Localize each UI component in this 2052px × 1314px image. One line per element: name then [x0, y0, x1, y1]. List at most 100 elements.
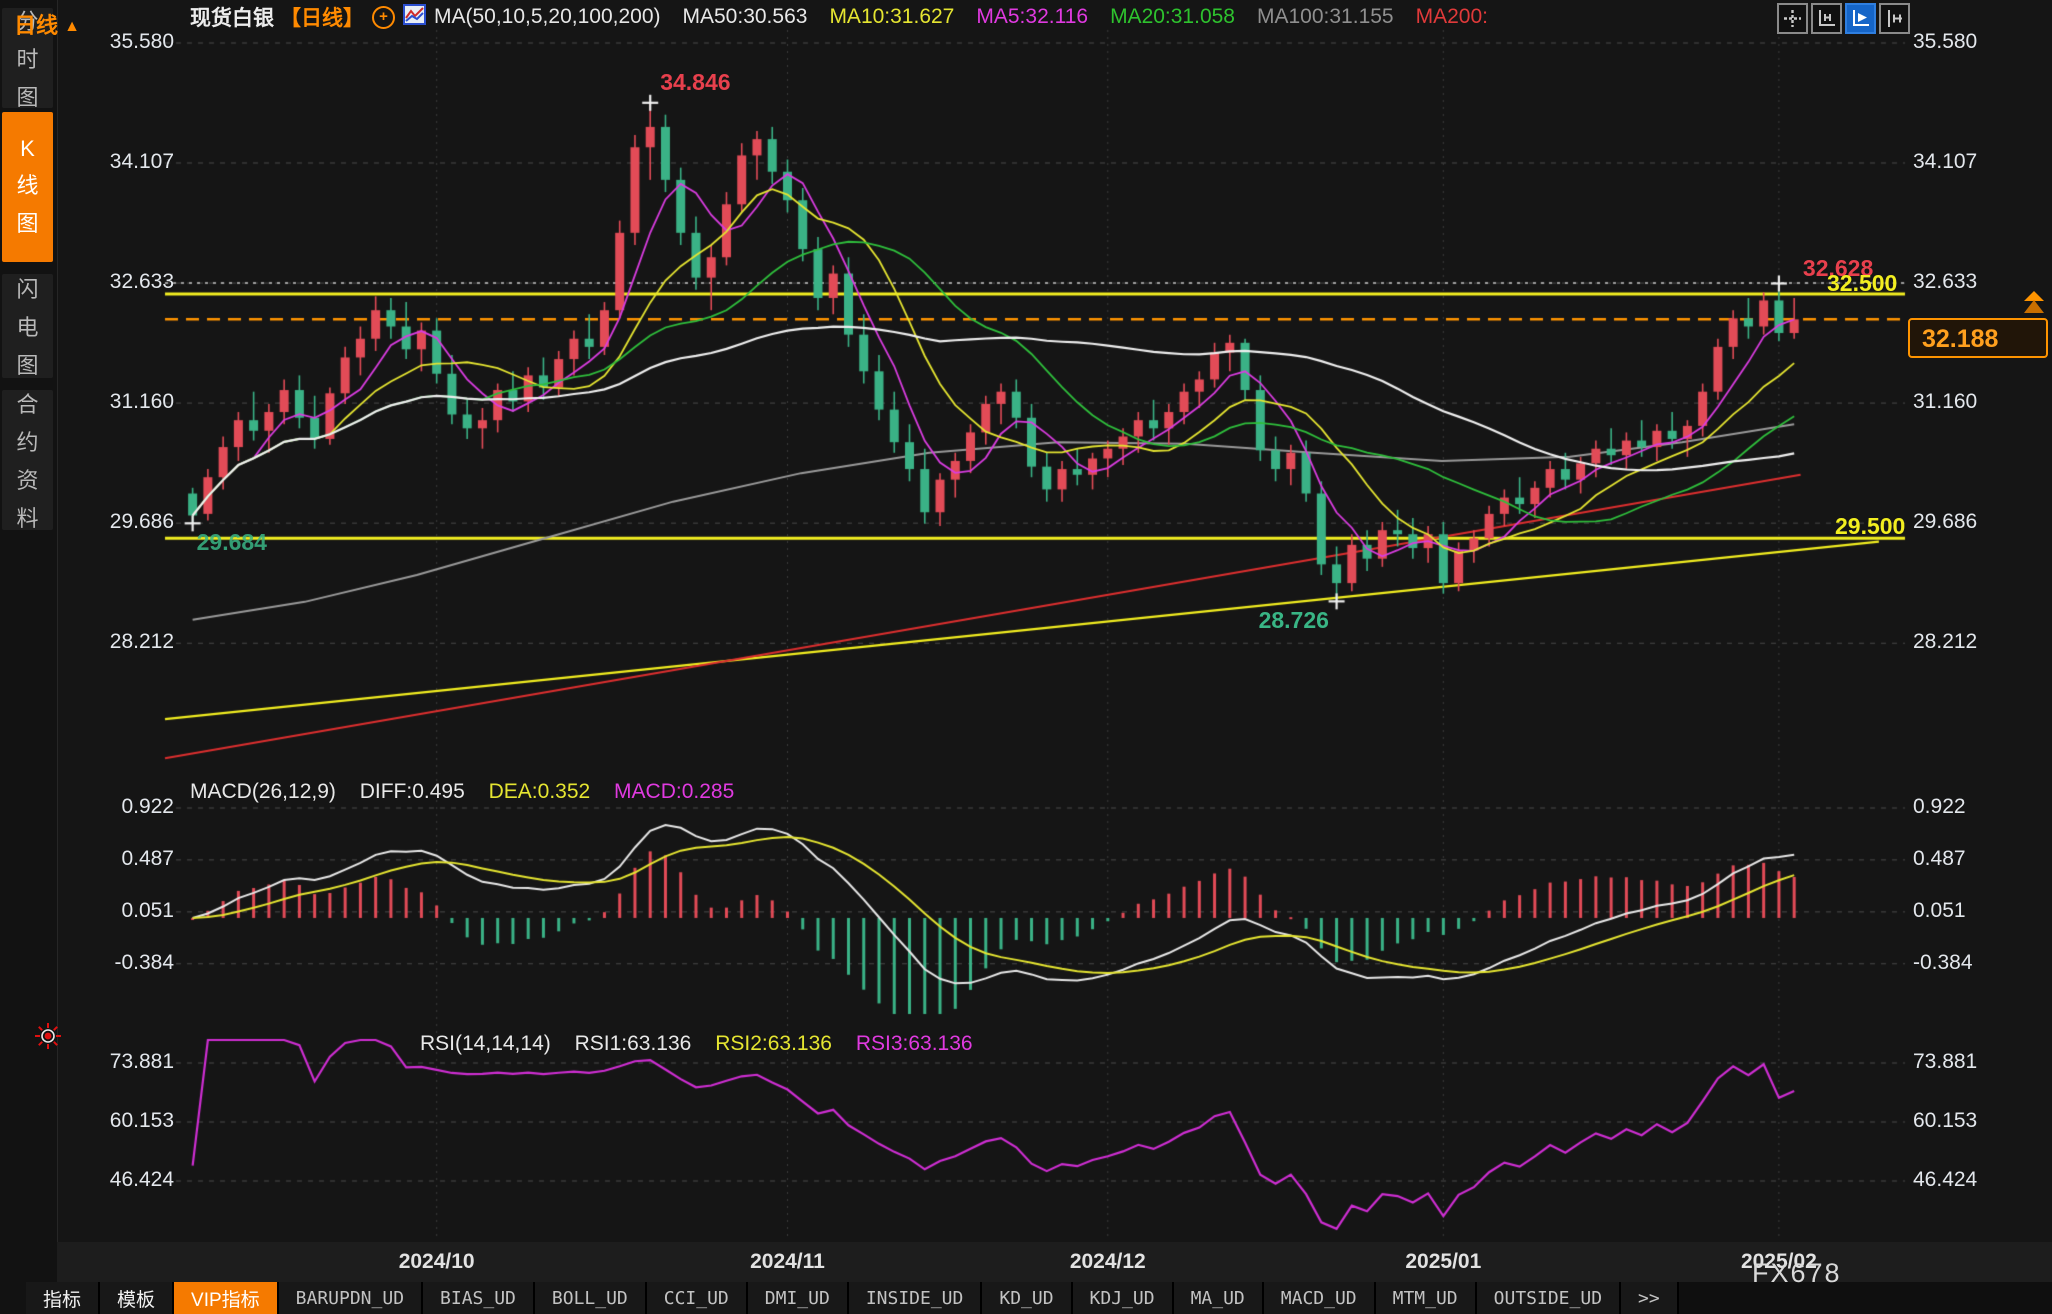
ma-values: MA50:30.563 MA10:31.627 MA5:32.116 MA20:31.…: [661, 5, 1488, 29]
rsi2-value: RSI2:63.136: [715, 1032, 832, 1055]
price-chart-canvas[interactable]: [0, 0, 2052, 1314]
compare-add-icon[interactable]: +: [372, 6, 395, 29]
sidebar-item-char: 线: [16, 168, 38, 200]
date-label: 2024/11: [717, 1250, 857, 1274]
bottom-tab[interactable]: CCI_UD: [647, 1282, 748, 1314]
axis-label: 35.580: [1913, 30, 1977, 54]
bottom-tab[interactable]: 模板: [100, 1282, 174, 1314]
chart-header: 现货白银 【日线】 + MA(50,10,5,20,100,200) MA50:…: [190, 3, 1488, 31]
app-root: 分时图K线图闪电图合约资料 现货白银 【日线】 + MA(50,10,5,20,…: [0, 0, 2052, 1314]
bottom-tab[interactable]: OUTSIDE_UD: [1477, 1282, 1621, 1314]
axis-label: 34.107: [52, 150, 174, 174]
date-label: 2024/10: [367, 1250, 507, 1274]
axis-label: -0.384: [52, 951, 174, 975]
symbol-name: 现货白银: [190, 2, 274, 32]
chart-toolbar: [1777, 3, 1910, 34]
axis-label: 0.487: [52, 847, 174, 871]
ma-value-label: MA10:31.627: [829, 5, 954, 28]
sidebar-item-char: 约: [16, 425, 38, 457]
axis-label: 60.153: [52, 1109, 174, 1133]
rsi-legend: RSI(14,14,14) RSI1:63.136 RSI2:63.136 RS…: [420, 1032, 991, 1056]
bottom-tab[interactable]: BARUPDN_UD: [279, 1282, 423, 1314]
bottom-tab[interactable]: INSIDE_UD: [849, 1282, 983, 1314]
axis-label: 35.580: [52, 30, 174, 54]
macd-title: MACD(26,12,9): [190, 780, 336, 803]
axis-label: 32.633: [1913, 270, 1977, 294]
current-price-box: 32.188: [1908, 318, 2048, 358]
bottom-tab[interactable]: 指标: [26, 1282, 100, 1314]
sidebar-item-char: 料: [16, 501, 38, 533]
high-price-annotation: 34.846: [660, 69, 730, 96]
watermark: FX678: [1752, 1258, 1842, 1289]
ma-value-label: MA50:30.563: [683, 5, 808, 28]
axis-label: -0.384: [1913, 951, 1973, 975]
price-up-arrow-icon: [2022, 291, 2046, 322]
sidebar-item-contract-info[interactable]: 合约资料: [2, 390, 53, 530]
bottom-tab[interactable]: >>: [1621, 1282, 1679, 1314]
sidebar-item-char: 资: [16, 463, 38, 495]
sidebar-item-char: 图: [16, 80, 38, 112]
sidebar-item-char: 电: [16, 310, 38, 342]
axis-label: 46.424: [52, 1168, 174, 1192]
macd-dea-value: DEA:0.352: [489, 780, 591, 803]
axis-label: 32.633: [52, 270, 174, 294]
sidebar-item-char: 图: [16, 348, 38, 380]
axis-label: 29.686: [1913, 510, 1977, 534]
rsi-title: RSI(14,14,14): [420, 1032, 551, 1055]
sidebar: 分时图K线图闪电图合约资料: [0, 0, 58, 1314]
sidebar-item-flash-chart[interactable]: 闪电图: [2, 274, 53, 378]
axis-label: 29.686: [52, 510, 174, 534]
sidebar-item-char: K: [20, 136, 35, 162]
sidebar-item-char: 合: [16, 387, 38, 419]
bottom-tab[interactable]: BIAS_UD: [423, 1282, 535, 1314]
axis-label: 60.153: [1913, 1109, 1977, 1133]
mini-chart-icon[interactable]: [403, 4, 426, 31]
rsi1-value: RSI1:63.136: [575, 1032, 692, 1055]
bottom-tab[interactable]: MACD_UD: [1264, 1282, 1376, 1314]
axis-label: 34.107: [1913, 150, 1977, 174]
axis-label: 73.881: [52, 1050, 174, 1074]
ma-value-label: MA100:31.155: [1257, 5, 1394, 28]
macd-diff-value: DIFF:0.495: [360, 780, 465, 803]
bar-adjust-icon[interactable]: [1879, 3, 1910, 34]
move-icon[interactable]: [1777, 3, 1808, 34]
axis-label: 46.424: [1913, 1168, 1977, 1192]
sidebar-item-char: 闪: [16, 272, 38, 304]
bottom-tab[interactable]: MA_UD: [1174, 1282, 1264, 1314]
bottom-tab[interactable]: KD_UD: [982, 1282, 1072, 1314]
date-label: 2024/12: [1038, 1250, 1178, 1274]
bottom-tab[interactable]: KDJ_UD: [1073, 1282, 1174, 1314]
axis-label: 28.212: [1913, 630, 1977, 654]
bottom-tab[interactable]: BOLL_UD: [535, 1282, 647, 1314]
axis-play-icon[interactable]: [1845, 3, 1876, 34]
date-label: 2025/01: [1373, 1250, 1513, 1274]
sidebar-item-kline-chart[interactable]: K线图: [2, 112, 53, 262]
axis-label: 28.212: [52, 630, 174, 654]
ma-value-label: MA200:: [1416, 5, 1488, 28]
bottom-tab-bar: 指标模板VIP指标BARUPDN_UDBIAS_UDBOLL_UDCCI_UDD…: [26, 1282, 2052, 1314]
bottom-tab[interactable]: VIP指标: [174, 1282, 279, 1314]
ma-value-label: MA20:31.058: [1110, 5, 1235, 28]
axis-label: 0.487: [1913, 847, 1966, 871]
lower-level-label: 29.500: [1835, 513, 1905, 540]
bottom-tab[interactable]: MTM_UD: [1376, 1282, 1477, 1314]
ma-params-label: MA(50,10,5,20,100,200): [434, 5, 661, 29]
first-low-annotation: 29.684: [197, 529, 267, 556]
sidebar-item-char: 图: [16, 206, 38, 238]
ma-value-label: MA5:32.116: [976, 5, 1088, 28]
axis-label: 31.160: [52, 390, 174, 414]
bottom-tab[interactable]: DMI_UD: [748, 1282, 849, 1314]
axis-scale-icon[interactable]: [1811, 3, 1842, 34]
period-tag: 【日线】: [280, 2, 364, 32]
macd-legend: MACD(26,12,9) DIFF:0.495 DEA:0.352 MACD:…: [190, 780, 752, 804]
axis-label: 0.051: [1913, 899, 1966, 923]
axis-label: 0.922: [52, 795, 174, 819]
upper-level-label: 32.500: [1827, 270, 1897, 297]
axis-label: 31.160: [1913, 390, 1977, 414]
axis-label: 0.051: [52, 899, 174, 923]
macd-macd-value: MACD:0.285: [614, 780, 734, 803]
low-price-annotation: 28.726: [1259, 607, 1329, 634]
axis-label: 0.922: [1913, 795, 1966, 819]
axis-label: 73.881: [1913, 1050, 1977, 1074]
sidebar-item-char: 时: [16, 42, 38, 74]
